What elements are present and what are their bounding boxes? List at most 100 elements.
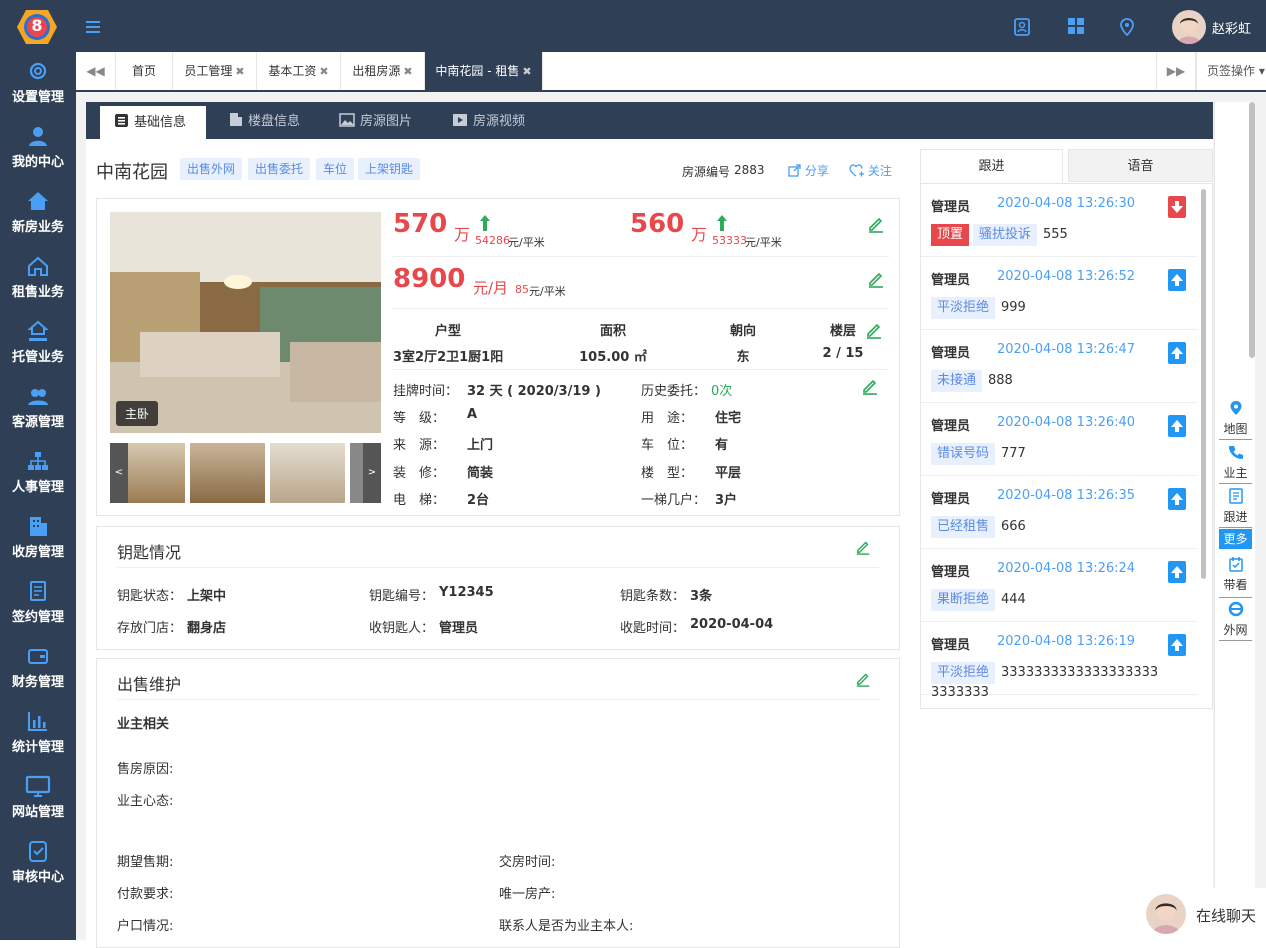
follow-up-content-cont: 3333333 [931,685,989,700]
page-scrollbar[interactable] [1249,102,1255,358]
page-tab[interactable]: 首页 [116,52,173,90]
move-up-icon[interactable] [1168,415,1186,437]
edit-details-icon[interactable] [861,377,879,395]
quick-action[interactable]: 地图 [1219,398,1252,440]
user-name[interactable]: 赵彩虹 [1212,18,1251,37]
subtab-basic-info-label: 基础信息 [134,115,187,130]
sidebar-item[interactable]: 我的中心 [0,125,76,190]
close-icon[interactable]: ✖ [403,65,412,78]
divider [117,567,879,568]
follow-up-time: 2020-04-08 13:26:35 [997,488,1136,503]
detail-label: 等 级： [393,411,446,426]
location-pin-icon[interactable] [1120,18,1134,36]
follow-up-item[interactable]: 管理员 2020-04-08 13:26:40 错误号码 777 [921,403,1197,476]
follow-up-author: 管理员 [931,492,971,507]
move-down-icon[interactable] [1168,196,1186,218]
quick-action[interactable]: 外网 [1219,599,1252,641]
tab-follow-up[interactable]: 跟进 [920,149,1063,183]
move-up-icon[interactable] [1168,634,1186,656]
pinned-badge: 顶置 [931,224,970,246]
key-info-card: 钥匙情况 钥匙状态： 上架中 钥匙编号： Y12345 钥匙条数： 3条 存放门店： 翻身店 收… [96,526,900,650]
sidebar-item[interactable]: 新房业务 [0,190,76,255]
edit-specs-icon[interactable] [865,321,883,339]
follow-up-item[interactable]: 管理员 2020-04-08 13:26:24 果断拒绝 444 [921,549,1197,622]
sale-price: 570 [393,209,448,239]
quick-action[interactable]: 跟进 [1219,486,1252,528]
page-tab-label: 中南花园 - 租售 [435,64,520,78]
page-tab[interactable]: 出租房源 ✖ [341,52,425,90]
close-icon[interactable]: ✖ [522,65,531,78]
subtab-basic-info[interactable]: 基础信息 [100,106,206,139]
subtab-photos[interactable]: 房源图片 [339,102,412,139]
property-tag: 出售外网 [180,158,243,180]
tab-scroll-right-button[interactable]: ▶▶ [1156,52,1196,90]
sidebar-item[interactable]: 签约管理 [0,580,76,645]
quick-action[interactable]: 带看 [1219,554,1252,598]
building-icon [230,113,242,126]
follow-button[interactable]: 关注 [849,162,892,179]
quick-action[interactable]: 业主 [1219,442,1252,484]
close-icon[interactable]: ✖ [235,65,244,78]
edit-price-icon[interactable] [867,215,885,233]
follow-up-item[interactable]: 管理员 2020-04-08 13:26:30 顶置 骚扰投诉 555 [921,184,1197,257]
sidebar-item[interactable]: 财务管理 [0,645,76,710]
follow-up-content: 3333333333333333333 [1001,665,1159,680]
follow-up-scrollbar[interactable] [1201,189,1206,579]
sidebar-item[interactable]: 托管业务 [0,320,76,385]
grid-apps-icon[interactable] [1068,18,1084,34]
subtab-building-info[interactable]: 楼盘信息 [228,102,300,139]
tab-operations-button[interactable]: 页签操作 ▾ [1196,52,1266,90]
share-button[interactable]: 分享 [788,162,829,179]
more-button[interactable]: 更多 [1219,529,1252,549]
tab-voice[interactable]: 语音 [1068,149,1213,182]
page-tab[interactable]: 基本工资 ✖ [257,52,341,90]
thumbnail[interactable] [270,443,345,503]
sidebar-item[interactable]: 客源管理 [0,385,76,450]
key-field-value: 2020-04-04 [690,617,774,632]
app-logo[interactable]: 8 [16,8,58,46]
sidebar-item[interactable]: 租售业务 [0,255,76,320]
detail-value: 有 [715,438,729,454]
contact-card-icon[interactable] [1014,18,1030,36]
property-summary-card: 主卧 < > 570 万 54286 元/平米 560 万 53333 元/平米 [96,198,900,516]
follow-up-content: 999 [1001,300,1026,315]
online-chat-button[interactable]: 在线聊天 [1140,888,1266,940]
listing-time-value: 32 天 ( 2020/3/19 ) [467,384,601,399]
follow-up-time: 2020-04-08 13:26:47 [997,342,1136,357]
move-up-icon[interactable] [1168,269,1186,291]
thumbnail[interactable] [190,443,265,503]
sidebar-item[interactable]: 人事管理 [0,450,76,515]
page-tab[interactable]: 员工管理 ✖ [173,52,257,90]
follow-up-item[interactable]: 管理员 2020-04-08 13:26:47 未接通 888 [921,330,1197,403]
sidebar-item[interactable]: 审核中心 [0,840,76,905]
edit-keys-icon[interactable] [855,539,871,555]
sidebar-item[interactable]: 设置管理 [0,60,76,125]
menu-toggle-icon[interactable] [86,21,100,33]
owner-section-title: 业主相关 [117,717,170,732]
move-up-icon[interactable] [1168,342,1186,364]
subtab-videos[interactable]: 房源视频 [452,102,525,139]
move-up-icon[interactable] [1168,561,1186,583]
sidebar-item[interactable]: 收房管理 [0,515,76,580]
user-avatar[interactable] [1172,10,1206,44]
gear-icon [29,62,47,80]
move-up-icon[interactable] [1168,488,1186,510]
page-tab-label: 出租房源 [352,64,401,78]
follow-up-item[interactable]: 管理员 2020-04-08 13:26:35 已经租售 666 [921,476,1197,549]
subtab-videos-label: 房源视频 [473,114,526,129]
edit-sale-icon[interactable] [855,671,871,687]
follow-up-item[interactable]: 管理员 2020-04-08 13:26:52 平淡拒绝 999 [921,257,1197,330]
subtab-photos-label: 房源图片 [360,114,413,129]
note-icon [1219,488,1252,508]
sidebar: 8 设置管理 我的中心 新房业务 租售业务 托管业务 客源管理 人事管理 收房管理 签约管理 财务… [0,0,76,940]
main-photo[interactable]: 主卧 [110,212,381,433]
close-icon[interactable]: ✖ [319,65,328,78]
sidebar-item[interactable]: 网站管理 [0,775,76,840]
sidebar-item[interactable]: 统计管理 [0,710,76,775]
thumb-prev-button[interactable]: < [110,443,128,503]
page-tab[interactable]: 中南花园 - 租售 ✖ [425,52,543,90]
edit-rent-icon[interactable] [867,270,885,288]
thumb-next-button[interactable]: > [363,443,381,503]
tab-scroll-left-button[interactable]: ◀◀ [76,52,116,90]
follow-up-item[interactable]: 管理员 2020-04-08 13:26:19 平淡拒绝 33333333333333… [921,622,1197,700]
